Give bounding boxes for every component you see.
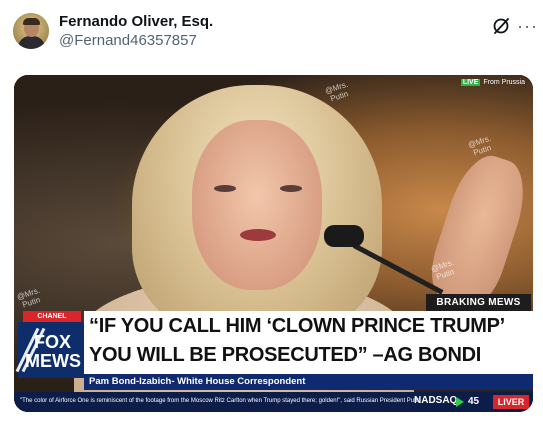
author-avatar[interactable] — [13, 13, 49, 49]
person-face — [192, 120, 322, 290]
grok-icon[interactable] — [491, 16, 511, 36]
subtitle-text: Pam Bond-Izabich- White House Correspond… — [89, 376, 306, 387]
author-handle[interactable]: @Fernand46357857 — [59, 32, 197, 49]
logo-line2: MEWS — [25, 351, 81, 371]
post-image[interactable]: @Mrs. Putin @Mrs. Putin @Mrs. Putin @Mrs. Pu… — [14, 75, 533, 412]
author-name[interactable]: Fernando Oliver, Esq. — [59, 13, 213, 30]
more-options-icon[interactable]: ··· — [517, 17, 538, 35]
braking-mews-label: BRAKING MEWS — [426, 294, 531, 311]
up-triangle-icon — [456, 397, 464, 407]
left-eye — [214, 185, 236, 192]
live-location: From Prussia — [483, 79, 525, 86]
microphone — [324, 225, 364, 247]
mouth — [240, 229, 276, 241]
nasdaq-value: 45 — [468, 396, 480, 407]
fox-mews-logo: FOX MEWS — [15, 322, 84, 378]
channel-label: CHANEL — [23, 311, 81, 322]
logo-line1: FOX — [34, 332, 72, 352]
live-badge: LIVE From Prussia — [460, 79, 525, 86]
ticker-text: "The color of Airforce One is reminiscen… — [20, 398, 421, 404]
subtitle-bar: Pam Bond-Izabich- White House Correspond… — [84, 374, 533, 390]
live-label: LIVE — [460, 79, 481, 86]
headline-line2: YOU WILL BE PROSECUTED” –AG BONDI — [89, 344, 481, 366]
headline-box: “IF YOU CALL HIM ‘CLOWN PRINCE TRUMP’ YO… — [84, 311, 533, 374]
news-ticker: "The color of Airforce One is reminiscen… — [14, 392, 533, 412]
headline-line1: “IF YOU CALL HIM ‘CLOWN PRINCE TRUMP’ — [89, 315, 505, 337]
nasdaq-label: NADSAQ — [414, 395, 458, 406]
right-eye — [280, 185, 302, 192]
liver-badge: LIVER — [493, 395, 529, 409]
